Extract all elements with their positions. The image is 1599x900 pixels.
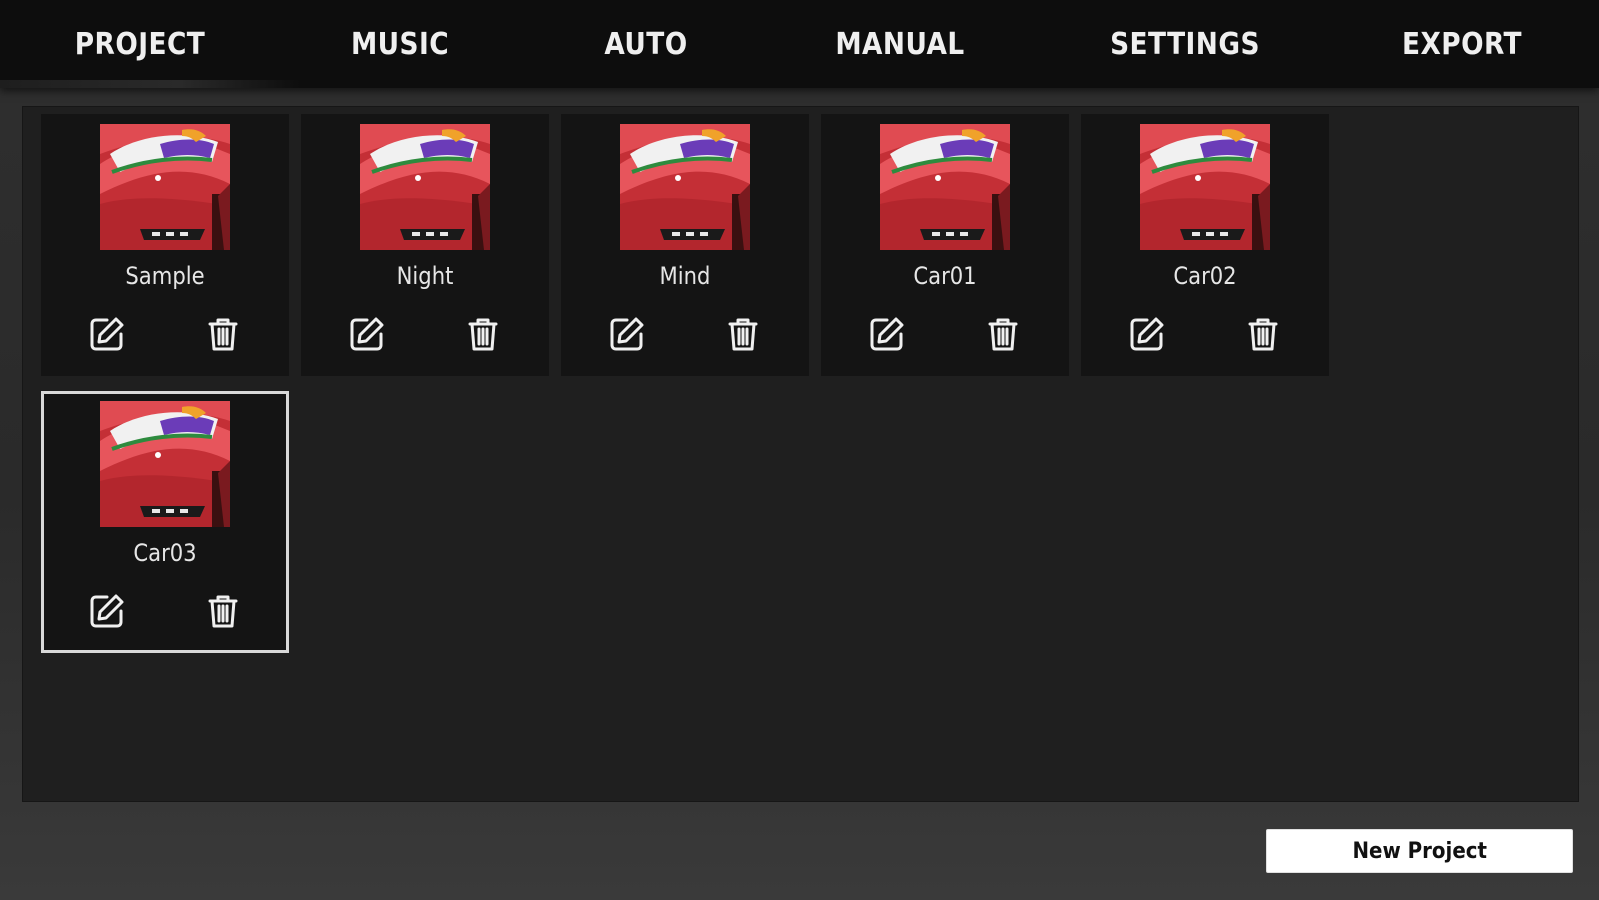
tab-project[interactable]: PROJECT — [52, 0, 228, 88]
edit-icon[interactable] — [605, 312, 649, 356]
tab-music[interactable]: MUSIC — [312, 0, 488, 88]
project-thumbnail — [620, 124, 750, 250]
project-name: Mind — [659, 262, 711, 290]
project-card-car01[interactable]: Car01 — [821, 114, 1069, 376]
project-thumbnail — [360, 124, 490, 250]
trash-icon[interactable] — [461, 312, 505, 356]
project-name: Night — [396, 262, 454, 290]
project-name: Car03 — [133, 539, 197, 567]
project-card-sample[interactable]: Sample — [41, 114, 289, 376]
active-tab-indicator — [0, 80, 300, 88]
project-grid-panel: Sample Night Mind Car01 Car02 Car03 — [22, 106, 1579, 802]
tab-settings[interactable]: SETTINGS — [1079, 0, 1290, 88]
tab-auto[interactable]: AUTO — [558, 0, 734, 88]
project-card-car03[interactable]: Car03 — [41, 391, 289, 653]
trash-icon[interactable] — [1241, 312, 1285, 356]
project-card-mind[interactable]: Mind — [561, 114, 809, 376]
tab-export[interactable]: EXPORT — [1374, 0, 1550, 88]
new-project-button[interactable]: New Project — [1266, 829, 1573, 873]
new-project-label: New Project — [1352, 838, 1487, 864]
tab-manual[interactable]: MANUAL — [803, 0, 997, 88]
project-thumbnail — [100, 124, 230, 250]
project-thumbnail — [880, 124, 1010, 250]
project-thumbnail — [100, 401, 230, 527]
project-thumbnail — [1140, 124, 1270, 250]
project-name: Sample — [125, 262, 205, 290]
project-name: Car01 — [913, 262, 977, 290]
top-navigation: PROJECT MUSIC AUTO MANUAL SETTINGS EXPOR… — [0, 0, 1599, 88]
project-card-car02[interactable]: Car02 — [1081, 114, 1329, 376]
trash-icon[interactable] — [721, 312, 765, 356]
trash-icon[interactable] — [201, 312, 245, 356]
trash-icon[interactable] — [201, 589, 245, 633]
edit-icon[interactable] — [865, 312, 909, 356]
edit-icon[interactable] — [345, 312, 389, 356]
project-name: Car02 — [1173, 262, 1237, 290]
edit-icon[interactable] — [85, 312, 129, 356]
project-card-night[interactable]: Night — [301, 114, 549, 376]
trash-icon[interactable] — [981, 312, 1025, 356]
edit-icon[interactable] — [1125, 312, 1169, 356]
edit-icon[interactable] — [85, 589, 129, 633]
